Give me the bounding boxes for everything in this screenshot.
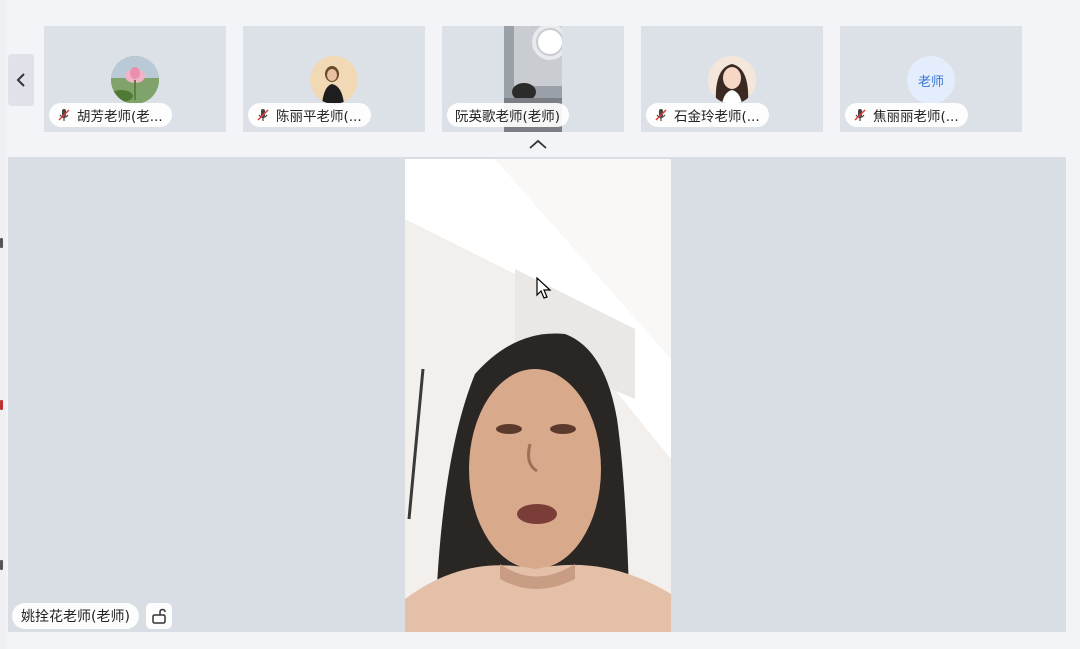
avatar xyxy=(310,56,358,104)
mic-muted-icon xyxy=(655,109,667,121)
mouse-cursor-icon xyxy=(536,277,552,299)
chevron-left-icon xyxy=(16,73,25,87)
avatar: 老师 xyxy=(907,56,955,104)
participant-name-pill: 陈丽平老师(... xyxy=(248,103,371,127)
prev-page-button[interactable] xyxy=(8,54,34,106)
main-speaker-name: 姚拴花老师(老师) xyxy=(21,609,130,625)
unlock-button[interactable] xyxy=(146,603,172,629)
main-video xyxy=(405,159,671,632)
avatar xyxy=(111,56,159,104)
main-speaker-name-pill: 姚拴花老师(老师) xyxy=(12,603,139,629)
mic-muted-icon xyxy=(257,109,269,121)
participant-tile[interactable]: 阮英歌老师(老师) xyxy=(442,26,624,132)
participant-name: 陈丽平老师(... xyxy=(276,109,362,125)
main-stage: 姚拴花老师(老师) xyxy=(8,157,1066,632)
mic-muted-icon xyxy=(58,109,70,121)
edge-mark xyxy=(0,560,3,570)
left-edge xyxy=(0,0,6,649)
unlock-icon xyxy=(152,608,166,624)
participant-name-pill: 石金玲老师(... xyxy=(646,103,769,127)
mic-muted-icon xyxy=(854,109,866,121)
chevron-up-icon[interactable] xyxy=(527,137,549,151)
participant-name: 石金玲老师(... xyxy=(674,109,760,125)
participant-tile[interactable]: 石金玲老师(... xyxy=(641,26,823,132)
participant-name: 胡芳老师(老... xyxy=(77,109,163,125)
participant-tile[interactable]: 胡芳老师(老... xyxy=(44,26,226,132)
participant-tile[interactable]: 陈丽平老师(... xyxy=(243,26,425,132)
participant-name: 焦丽丽老师(... xyxy=(873,109,959,125)
avatar xyxy=(708,56,756,104)
participant-name: 阮英歌老师(老师) xyxy=(455,109,561,125)
participant-name-pill: 阮英歌老师(老师) xyxy=(447,103,570,127)
participant-name-pill: 胡芳老师(老... xyxy=(49,103,172,127)
edge-mark xyxy=(0,238,3,248)
participant-tile[interactable]: 老师 焦丽丽老师(... xyxy=(840,26,1022,132)
avatar-initials: 老师 xyxy=(917,74,944,90)
participant-name-pill: 焦丽丽老师(... xyxy=(845,103,968,127)
edge-mark xyxy=(0,400,3,410)
